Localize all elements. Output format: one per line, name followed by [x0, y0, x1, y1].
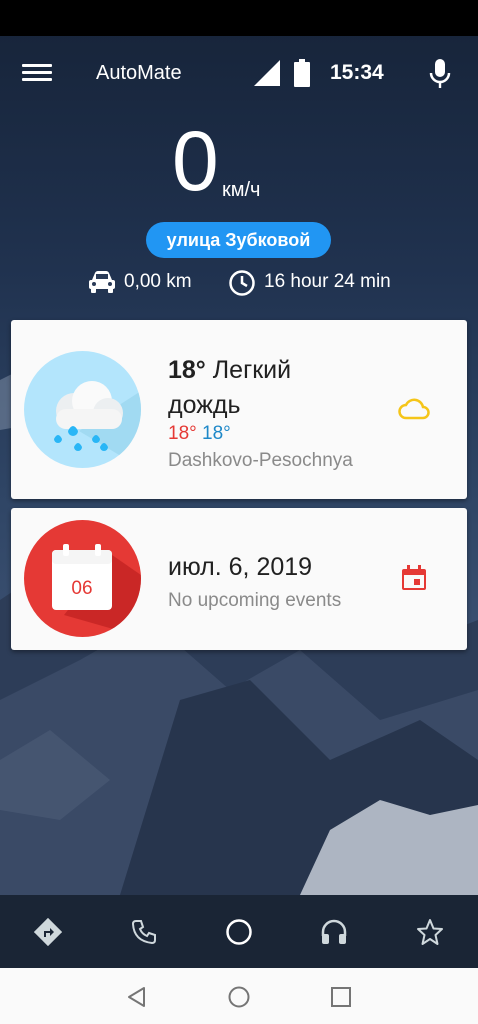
menu-button[interactable]: [22, 60, 52, 86]
calendar-illustration: 06: [24, 520, 141, 637]
home-icon[interactable]: [226, 984, 252, 1010]
trip-duration: 16 hour 24 min: [264, 271, 391, 292]
back-icon[interactable]: [124, 984, 150, 1010]
trip-distance: 0,00 km: [124, 271, 192, 292]
nav-directions[interactable]: [0, 895, 96, 968]
recents-icon[interactable]: [328, 984, 354, 1010]
star-icon: [417, 918, 443, 945]
status-time: 15:34: [330, 61, 384, 84]
nav-music[interactable]: [286, 895, 382, 968]
weather-location: Dashkovo-Pesochnya: [168, 450, 353, 471]
temp-low: 18°: [202, 423, 231, 444]
screen: AutoMate 15:34 0 км/ч улица Зубковой 0,0…: [0, 0, 478, 1024]
calendar-date: июл. 6, 2019: [168, 553, 313, 581]
system-nav-bar: [0, 968, 478, 1024]
weather-illustration: [24, 351, 141, 468]
clock-icon: [229, 270, 255, 296]
speed-unit: км/ч: [222, 179, 261, 201]
weather-temp: 18°: [168, 356, 206, 384]
home-circle-icon: [226, 918, 252, 945]
calendar-event-icon: [402, 565, 426, 590]
calendar-events: No upcoming events: [168, 590, 342, 611]
menu-icon: [22, 64, 52, 67]
car-icon: [89, 271, 115, 293]
app-bar: AutoMate 15:34: [0, 48, 478, 100]
signal-icon: [254, 60, 280, 86]
nav-favorites[interactable]: [382, 895, 478, 968]
directions-icon: [34, 917, 62, 946]
speed-value: 0: [172, 114, 219, 208]
trip-info: 0,00 km 16 hour 24 min: [0, 266, 478, 300]
weather-title: 18° Легкий дождь: [168, 353, 368, 423]
rain-cloud-icon: [54, 381, 141, 468]
bottom-nav: [0, 895, 478, 968]
headphones-icon: [321, 919, 347, 944]
battery-icon: [294, 59, 310, 87]
phone-icon: [131, 919, 156, 944]
temp-high: 18°: [168, 423, 197, 444]
street-badge[interactable]: улица Зубковой: [146, 222, 331, 258]
nav-home[interactable]: [191, 895, 287, 968]
calendar-day: 06: [71, 578, 93, 599]
cloud-icon: [398, 398, 430, 420]
nav-phone[interactable]: [96, 895, 192, 968]
temp-range: 18° 18°: [168, 423, 231, 445]
app-title: AutoMate: [96, 62, 182, 84]
microphone-icon[interactable]: [428, 59, 452, 89]
calendar-card[interactable]: 06 июл. 6, 2019 No upcoming events: [11, 508, 467, 650]
speedometer: 0 км/ч: [0, 119, 478, 215]
status-strip: [0, 0, 478, 36]
weather-card[interactable]: 18° Легкий дождь 18° 18° Dashkovo-Pesoch…: [11, 320, 467, 499]
